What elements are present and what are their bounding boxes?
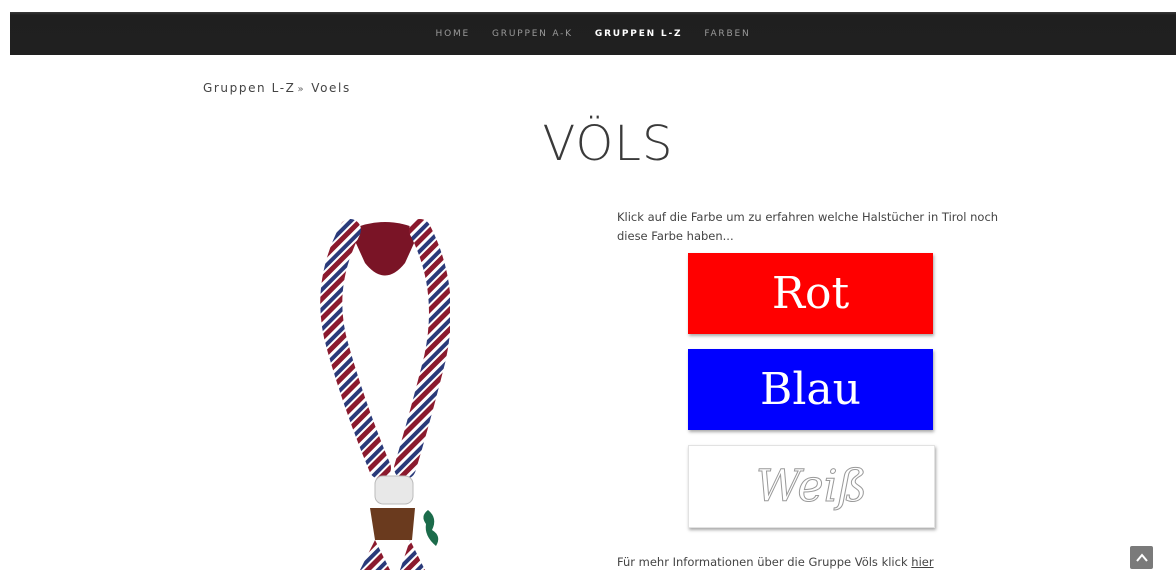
intro-text: Klick auf die Farbe um zu erfahren welch… [617, 210, 999, 243]
breadcrumb-current: Voels [311, 81, 351, 95]
nav-item-home[interactable]: HOME [425, 29, 482, 39]
breadcrumb-parent-link[interactable]: Gruppen L-Z [203, 81, 296, 95]
top-navigation-bar: HOME GRUPPEN A-K GRUPPEN L-Z FARBEN [10, 12, 1176, 55]
scarf-image [320, 219, 450, 570]
more-info-link[interactable]: hier [911, 555, 933, 569]
scroll-to-top-button[interactable] [1130, 546, 1153, 569]
nav-item-gruppen-a-k[interactable]: GRUPPEN A-K [481, 29, 584, 39]
nav-item-gruppen-l-z[interactable]: GRUPPEN L-Z [584, 29, 693, 39]
more-info-label: Für mehr Informationen über die Gruppe V… [617, 555, 912, 569]
main-nav: HOME GRUPPEN A-K GRUPPEN L-Z FARBEN [10, 12, 1176, 55]
more-info-text: Für mehr Informationen über die Gruppe V… [617, 555, 934, 569]
color-button-rot[interactable]: Rot [688, 253, 933, 334]
color-button-blau[interactable]: Blau [688, 349, 933, 430]
page-title: VÖLS [542, 116, 674, 172]
color-button-weiss[interactable]: Weiß [688, 445, 935, 528]
breadcrumb: Gruppen L-Z» Voels [203, 81, 351, 95]
nav-item-farben[interactable]: FARBEN [693, 29, 761, 39]
chevron-up-icon [1135, 552, 1148, 562]
breadcrumb-separator: » [297, 84, 306, 95]
